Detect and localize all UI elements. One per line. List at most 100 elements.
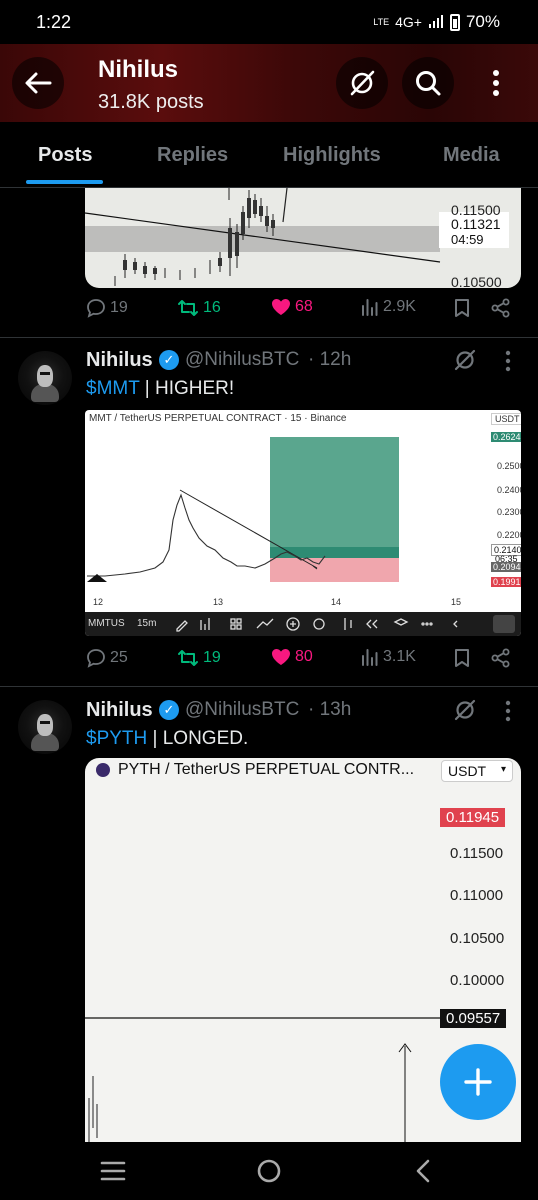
chart-title: PYTH / TetherUS PERPETUAL CONTR... [118,761,415,778]
chevron-down-icon: ▾ [500,764,506,775]
line-price-label: 0.09557 [440,1009,507,1028]
repost-button[interactable]: 16 [177,298,221,318]
author-handle[interactable]: @NihilusBTC [185,699,299,721]
currency-label: USDT [448,763,487,779]
price-tick: 0.11000 [450,887,504,904]
chart-graphic [87,437,399,582]
candle-timer: 04:59 [451,232,484,247]
bookmark-icon [455,649,469,667]
chart-title: MMT / TetherUS PERPETUAL CONTRACT · 15 ·… [89,413,347,424]
time-tick: 13 [213,597,224,607]
views-button[interactable]: 3.1K [361,648,416,666]
recent-apps-icon [100,1161,126,1181]
grok-button[interactable] [336,57,388,109]
post-body: | LONGED. [147,728,249,749]
price-tick: 0.2200 [497,530,521,540]
post-text: $MMT | HIGHER! [86,378,234,400]
repost-icon [178,650,198,666]
reply-icon [87,299,105,318]
grok-post-button[interactable] [453,348,477,377]
currency-select[interactable]: USDT ▾ [441,760,513,782]
price-tick: 0.2400 [497,485,521,495]
price-tick: 0.10000 [450,972,505,989]
more-options-button[interactable] [470,57,522,109]
status-bar: 1:22 LTE 4G+ 70% [0,0,538,44]
tab-media[interactable]: Media [443,144,500,167]
cashtag-link[interactable]: $MMT [86,378,139,399]
author-handle[interactable]: @NihilusBTC [185,349,299,371]
grok-post-button[interactable] [453,698,477,727]
repost-button[interactable]: 19 [177,648,221,668]
back-button[interactable] [12,57,64,109]
post-actions: 25 19 80 3.1K [0,648,538,678]
profile-header: Nihilus 31.8K posts [0,44,538,122]
active-tab-indicator [26,180,103,184]
like-count: 80 [295,648,313,665]
battery-icon [449,13,460,31]
avatar[interactable] [18,700,72,754]
views-button[interactable]: 2.9K [361,298,416,316]
back-arrow-icon [25,72,52,94]
share-button[interactable] [491,298,511,318]
post-more-button[interactable] [504,700,512,727]
author-name[interactable]: Nihilus [86,699,153,722]
chevron-left-icon [416,1159,430,1183]
search-icon [416,71,441,96]
author-name[interactable]: Nihilus [86,349,153,372]
post-more-button[interactable] [504,350,512,377]
post-count: 31.8K posts [98,91,204,113]
heart-filled-icon [272,299,290,315]
grok-icon [454,699,476,721]
post-actions: 19 16 68 2.9K [0,298,538,328]
fullscreen-icon[interactable] [493,615,515,633]
bookmark-icon [455,299,469,317]
price-tick: 0.11500 [450,845,504,862]
reply-count: 25 [110,649,128,666]
time-tick: 12 [93,597,104,607]
time-tick: 14 [331,597,342,607]
view-count: 3.1K [383,648,416,665]
tab-replies[interactable]: Replies [157,144,228,167]
system-back-button[interactable] [414,1158,432,1189]
tab-highlights[interactable]: Highlights [283,144,381,167]
search-button[interactable] [402,57,454,109]
toolbar-interval: 15m [137,618,157,629]
like-button[interactable]: 68 [271,298,313,316]
time-tick: 15 [451,597,462,607]
like-button[interactable]: 80 [271,648,313,666]
bookmark-button[interactable] [454,298,470,318]
volte-icon: LTE [373,16,390,27]
grok-icon [350,70,375,96]
post-chart-image[interactable]: MMT / TetherUS PERPETUAL CONTRACT · 15 ·… [85,410,521,636]
share-button[interactable] [491,648,511,668]
post-divider [0,337,538,338]
reply-button[interactable]: 25 [86,648,128,668]
verified-badge-icon: ✓ [159,350,179,370]
cashtag-link[interactable]: $PYTH [86,728,147,749]
plus-icon [464,1068,492,1096]
repost-icon [178,300,198,316]
profile-tabs: Posts Replies Highlights Media [0,122,538,188]
currency-select[interactable]: USDT [491,413,521,425]
price-tick: 0.2300 [497,507,521,517]
heart-filled-icon [272,649,290,665]
home-button[interactable] [256,1158,282,1189]
home-circle-icon [257,1159,281,1183]
post-chart-image[interactable]: 0.11500 0.11321 04:59 0.10500 [85,188,521,288]
recent-apps-button[interactable] [100,1160,126,1187]
avatar[interactable] [18,351,72,405]
current-price-label: 0.11321 [451,216,501,232]
price-tick: 0.10500 [451,274,502,288]
bookmark-button[interactable] [454,648,470,668]
price-tick: 0.2500 [497,461,521,471]
vertical-dots-icon [493,70,499,96]
post-divider [0,686,538,687]
post-time: · 13h [308,699,352,720]
reply-button[interactable]: 19 [86,298,128,318]
toolbar-symbol: MMTUS [88,618,125,629]
share-icon [491,298,510,318]
tab-posts[interactable]: Posts [38,144,92,167]
compose-post-button[interactable] [440,1044,516,1120]
system-navigation-bar [0,1142,538,1200]
target-price-label: 0.2624 [491,432,521,442]
